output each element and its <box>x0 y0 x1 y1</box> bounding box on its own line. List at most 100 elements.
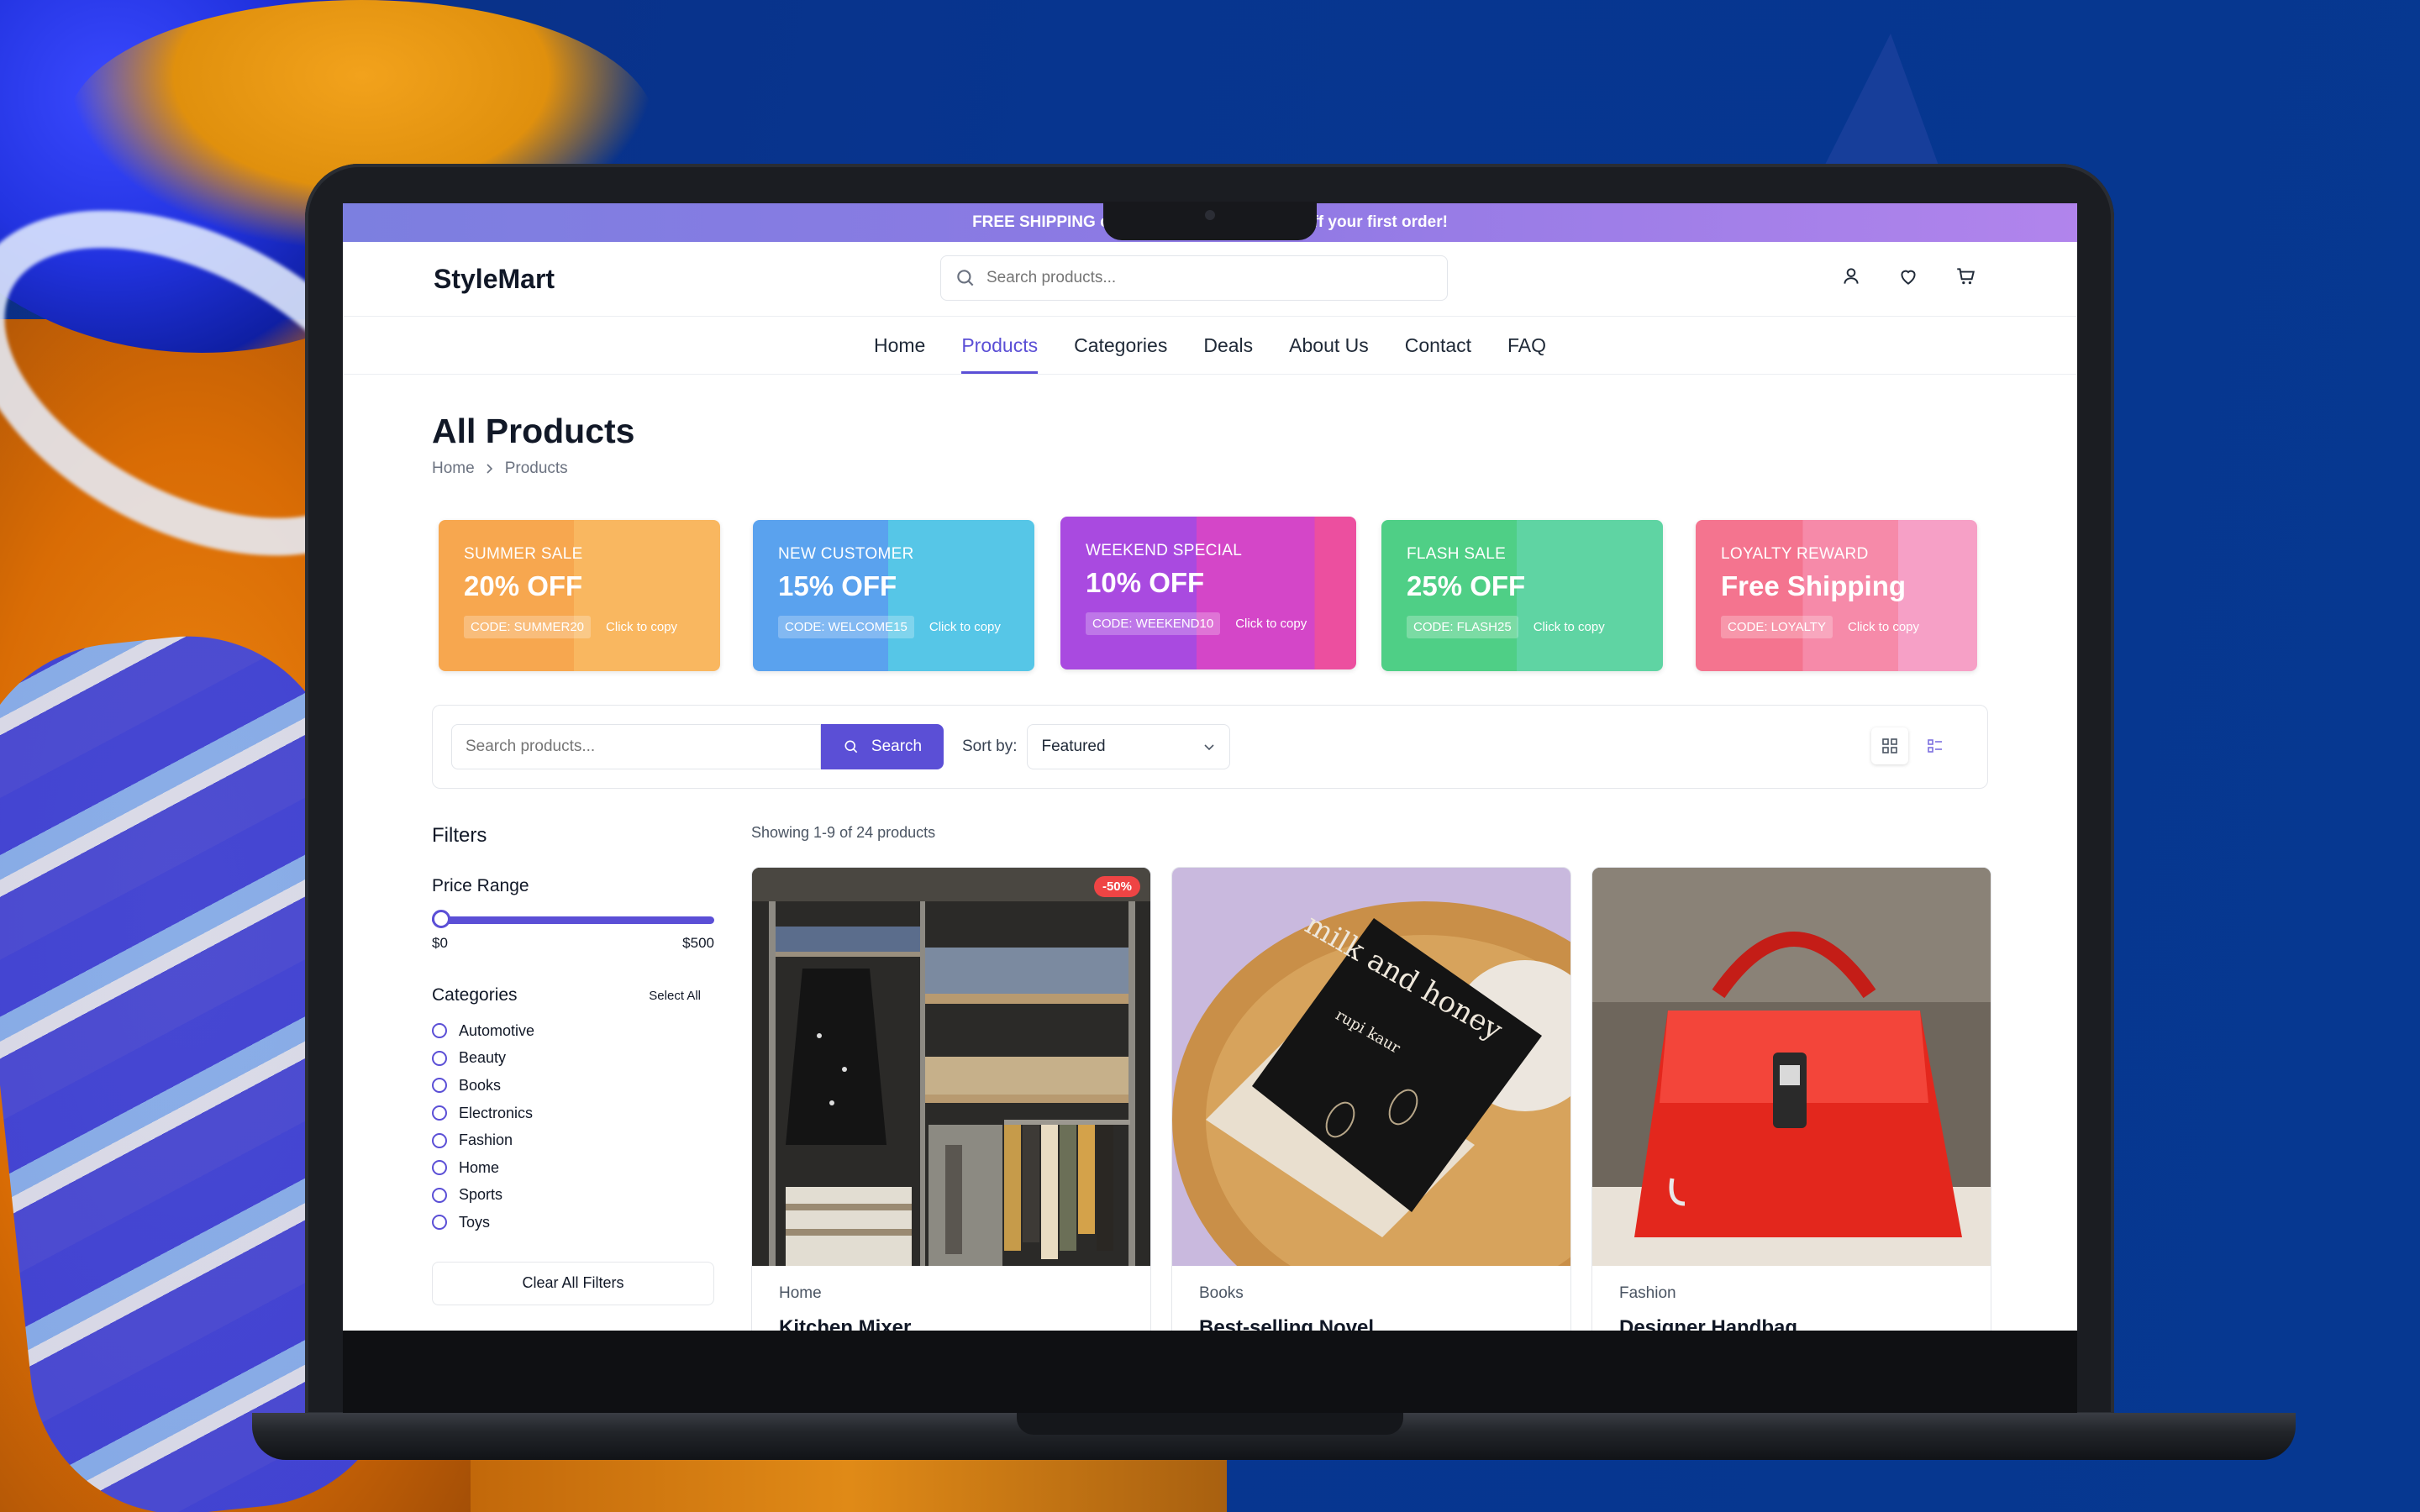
nav-products[interactable]: Products <box>961 317 1038 374</box>
chevron-right-icon <box>487 464 492 474</box>
search-icon <box>844 740 858 753</box>
price-range-track[interactable] <box>432 916 714 924</box>
product-name[interactable]: Designer Handbag <box>1619 1316 1991 1331</box>
site-logo[interactable]: StyleMart <box>434 264 555 295</box>
header-search-input[interactable] <box>985 268 1408 288</box>
promo-code[interactable]: CODE: FLASH25 <box>1407 616 1518 638</box>
radio-button[interactable] <box>432 1215 447 1231</box>
sort-value: Featured <box>1041 738 1106 755</box>
nav-about-us[interactable]: About Us <box>1289 317 1369 374</box>
grid-view-button[interactable] <box>1871 727 1908 764</box>
product-card[interactable]: milk and honey rupi kaur Books Best-sell… <box>1171 867 1571 1331</box>
product-image[interactable]: -50% <box>752 868 1150 1266</box>
category-label: Books <box>459 1076 502 1094</box>
promo-discount: 20% OFF <box>464 570 583 601</box>
search-button[interactable]: Search <box>821 724 944 769</box>
category-option[interactable]: Toys <box>432 1209 714 1236</box>
results-count: Showing 1-9 of 24 products <box>751 824 936 841</box>
breadcrumb-home[interactable]: Home <box>432 459 475 478</box>
nav-home[interactable]: Home <box>874 317 925 374</box>
promo-card-loyalty[interactable]: LOYALTY REWARD Free Shipping CODE: LOYAL… <box>1696 520 1977 671</box>
category-option[interactable]: Electronics <box>432 1100 714 1127</box>
product-image[interactable] <box>1592 868 1991 1266</box>
search-icon <box>957 270 974 286</box>
header-search[interactable] <box>940 255 1448 301</box>
category-option[interactable]: Fashion <box>432 1126 714 1154</box>
promo-discount: 10% OFF <box>1086 567 1205 598</box>
category-label: Sports <box>459 1186 503 1204</box>
radio-button[interactable] <box>432 1078 447 1094</box>
promo-card-flash[interactable]: FLASH SALE 25% OFF CODE: FLASH25 Click to… <box>1381 520 1663 671</box>
clothing-rack-photo <box>752 868 1150 1266</box>
nav-categories[interactable]: Categories <box>1074 317 1167 374</box>
category-option[interactable]: Sports <box>432 1182 714 1210</box>
price-range-label: Price Range <box>432 876 529 895</box>
discount-badge: -50% <box>1093 876 1140 897</box>
promo-code[interactable]: CODE: WEEKEND10 <box>1086 612 1221 635</box>
red-handbag-photo <box>1592 868 1991 1266</box>
radio-button[interactable] <box>432 1187 447 1203</box>
product-name[interactable]: Kitchen Mixer <box>779 1316 1150 1331</box>
promo-code[interactable]: CODE: SUMMER20 <box>464 616 592 638</box>
product-card[interactable]: -50% Home Kitchen Mixer <box>751 867 1151 1331</box>
cart-icon[interactable] <box>1954 265 1976 287</box>
category-label: Beauty <box>459 1049 507 1067</box>
nav-contact[interactable]: Contact <box>1405 317 1471 374</box>
radio-button[interactable] <box>432 1023 447 1039</box>
category-label: Automotive <box>459 1021 535 1039</box>
promo-card-weekend[interactable]: WEEKEND SPECIAL 10% OFF CODE: WEEKEND10 C… <box>1060 517 1356 669</box>
promo-code[interactable]: CODE: LOYALTY <box>1721 616 1833 638</box>
promo-card-summer[interactable]: SUMMER SALE 20% OFF CODE: SUMMER20 Click … <box>439 520 720 671</box>
select-all-link[interactable]: Select All <box>649 989 701 1003</box>
book-milk-and-honey-photo: milk and honey rupi kaur <box>1172 868 1570 1331</box>
radio-button[interactable] <box>432 1105 447 1121</box>
product-search-input[interactable] <box>451 724 821 769</box>
product-name[interactable]: Best-selling Novel <box>1199 1316 1570 1331</box>
heart-icon[interactable] <box>1897 265 1919 287</box>
category-option[interactable]: Automotive <box>432 1017 714 1045</box>
sort-select[interactable]: Featured <box>1027 724 1231 769</box>
promo-code[interactable]: CODE: WELCOME15 <box>778 616 914 638</box>
promo-copy-action[interactable]: Click to copy <box>929 620 1001 634</box>
promo-discount: 15% OFF <box>778 570 897 601</box>
list-view-button[interactable] <box>1917 727 1954 764</box>
breadcrumb-products: Products <box>504 459 568 477</box>
promo-copy-action[interactable]: Click to copy <box>1848 620 1919 634</box>
user-icon[interactable] <box>1840 265 1862 287</box>
nav-deals[interactable]: Deals <box>1203 317 1253 374</box>
search-button-label: Search <box>871 738 923 755</box>
grid-icon <box>1882 738 1897 753</box>
clear-filters-button[interactable]: Clear All Filters <box>432 1261 714 1305</box>
promo-discount: 25% OFF <box>1407 570 1526 601</box>
promo-label: WEEKEND SPECIAL <box>1086 542 1243 559</box>
promo-label: LOYALTY REWARD <box>1721 545 1869 563</box>
product-card[interactable]: Fashion Designer Handbag <box>1591 867 1991 1331</box>
radio-button[interactable] <box>432 1050 447 1066</box>
filters-title: Filters <box>432 824 487 847</box>
price-range-thumb[interactable] <box>432 910 450 928</box>
radio-button[interactable] <box>432 1132 447 1148</box>
promo-copy-action[interactable]: Click to copy <box>1534 620 1605 634</box>
chevron-down-icon <box>1204 744 1215 751</box>
nav-faq[interactable]: FAQ <box>1507 317 1546 374</box>
browser-viewport: FREE SHIPPING on orders o… E10 for 10% o… <box>343 203 2077 1331</box>
promo-label: NEW CUSTOMER <box>778 545 914 563</box>
sort-label: Sort by: <box>962 738 1018 755</box>
promo-card-new-customer[interactable]: NEW CUSTOMER 15% OFF CODE: WELCOME15 Clic… <box>753 520 1034 671</box>
price-range-slider[interactable] <box>432 910 714 928</box>
promo-copy-action[interactable]: Click to copy <box>606 620 677 634</box>
view-toggle <box>1871 727 1954 764</box>
radio-button[interactable] <box>432 1160 447 1176</box>
category-label: Fashion <box>459 1131 513 1149</box>
product-category: Books <box>1199 1284 1244 1302</box>
page-title: All Products <box>432 412 635 450</box>
laptop-hinge <box>1017 1413 1403 1435</box>
promo-copy-action[interactable]: Click to copy <box>1235 617 1307 631</box>
main-nav: Home Products Categories Deals About Us … <box>343 317 2077 375</box>
product-results: Showing 1-9 of 24 products -50% Home Kit… <box>751 824 1991 1331</box>
category-option[interactable]: Beauty <box>432 1045 714 1073</box>
product-image[interactable]: milk and honey rupi kaur <box>1172 868 1570 1331</box>
category-option[interactable]: Books <box>432 1072 714 1100</box>
category-option[interactable]: Home <box>432 1154 714 1182</box>
filters-sidebar: Filters Price Range $0 $500 Categories S… <box>432 824 714 1331</box>
